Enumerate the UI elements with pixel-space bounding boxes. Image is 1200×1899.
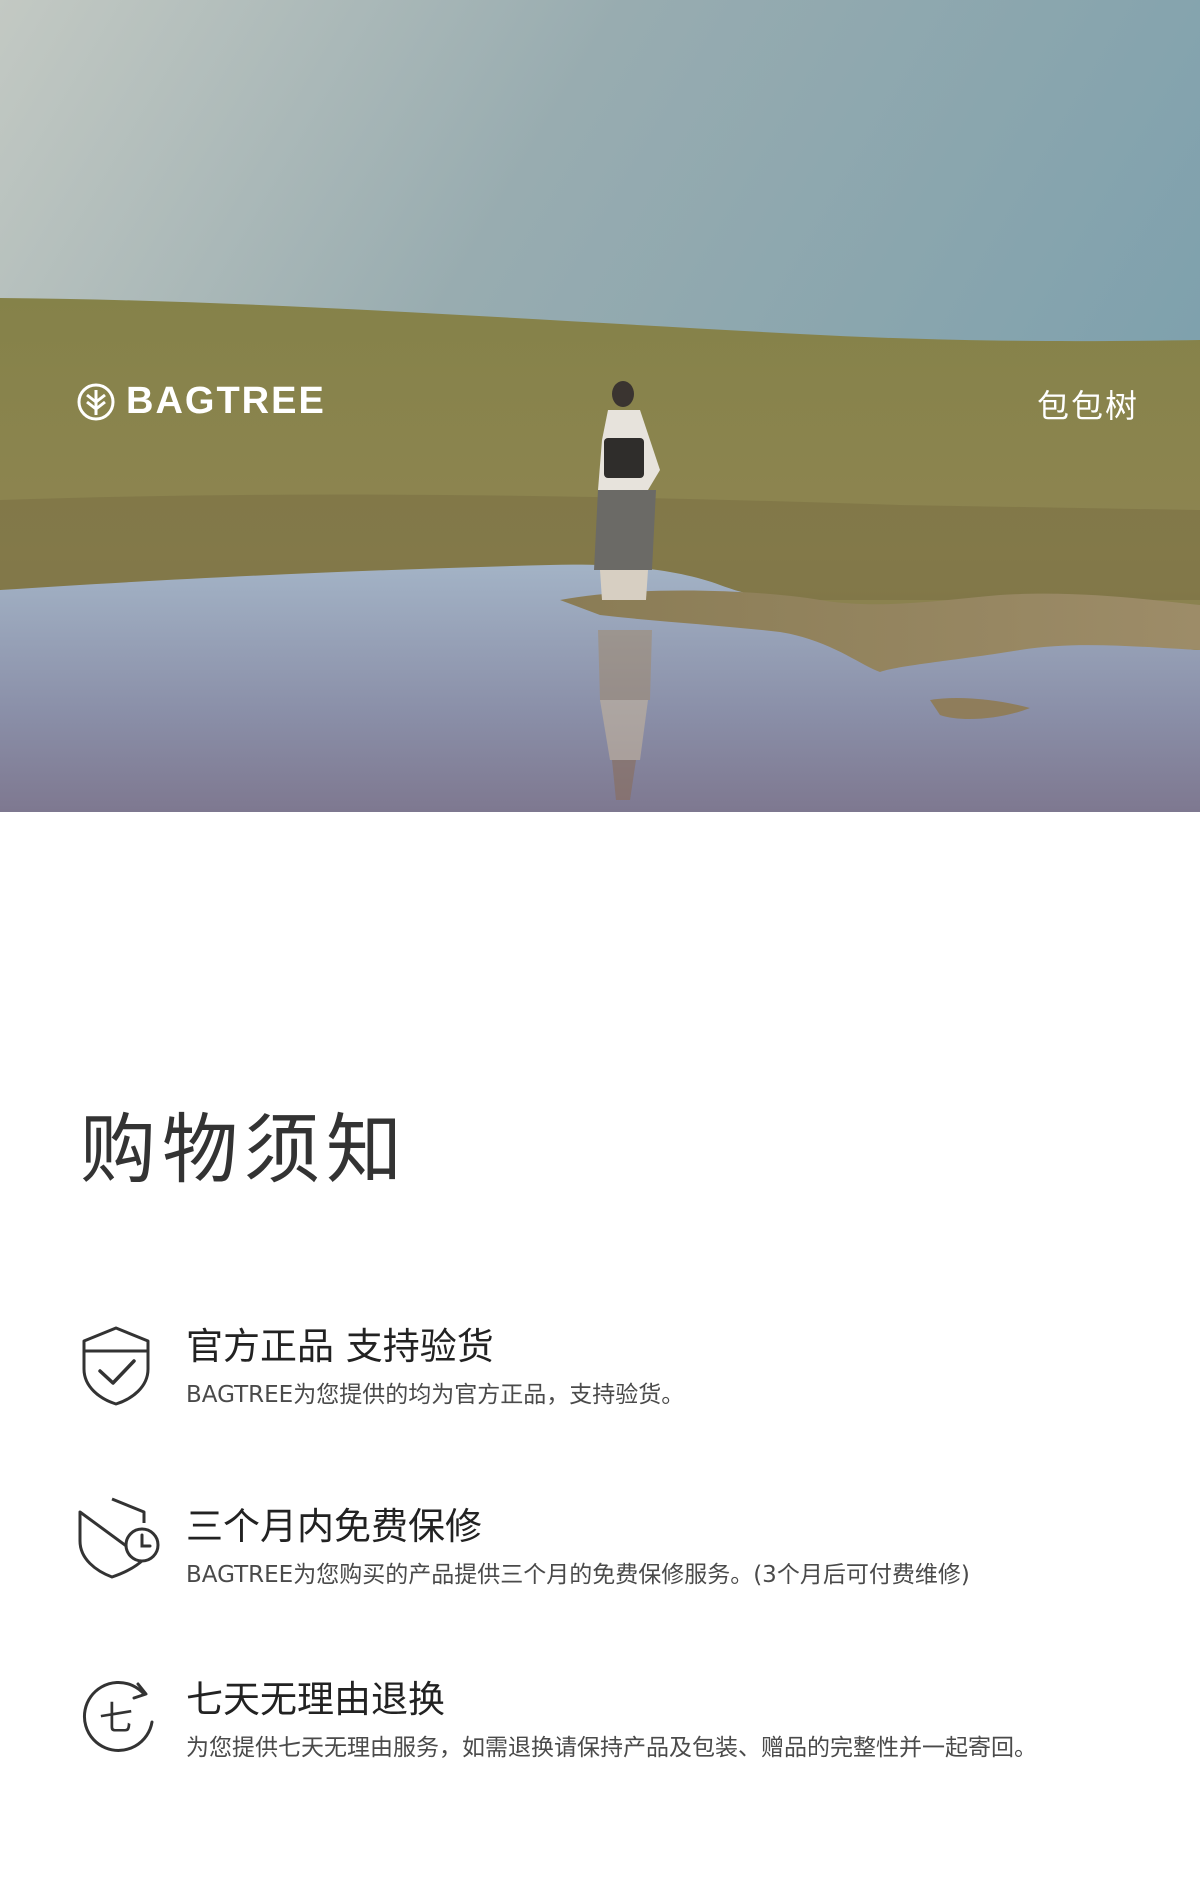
brand-name: BAGTREE xyxy=(126,380,326,422)
brand-name-cn: 包包树 xyxy=(1036,387,1139,425)
hero-banner: BAGTREE 包包树 xyxy=(0,0,1200,812)
notice-item-warranty: 三个月内免费保修 BAGTREE为您购买的产品提供三个月的免费保修服务。(3个月… xyxy=(76,1497,1156,1605)
seven-day-glyph: 七 xyxy=(99,1699,133,1739)
notice-item-desc: BAGTREE为您购买的产品提供三个月的免费保修服务。(3个月后可付费维修) xyxy=(186,1562,970,1588)
notice-item-return: 七 七天无理由退换 为您提供七天无理由服务，如需退换请保持产品及包装、赠品的完整… xyxy=(76,1678,1156,1778)
notice-item-authentic: 官方正品 支持验货 BAGTREE为您提供的均为官方正品，支持验货。 xyxy=(76,1325,1156,1425)
shield-check-icon xyxy=(82,1326,150,1406)
tree-leaf-icon xyxy=(77,383,115,420)
notice-item-desc: BAGTREE为您提供的均为官方正品，支持验货。 xyxy=(186,1382,685,1408)
page-title: 购物须知 xyxy=(80,1105,408,1194)
shield-clock-icon xyxy=(78,1497,160,1579)
brand-logo: BAGTREE xyxy=(76,380,326,423)
notice-item-title: 官方正品 支持验货 xyxy=(186,1325,494,1368)
notice-item-title: 七天无理由退换 xyxy=(186,1678,445,1721)
notice-item-title: 三个月内免费保修 xyxy=(186,1505,482,1548)
seven-day-return-icon: 七 xyxy=(82,1680,154,1752)
notice-item-desc: 为您提供七天无理由服务，如需退换请保持产品及包装、赠品的完整性并一起寄回。 xyxy=(186,1735,1037,1761)
